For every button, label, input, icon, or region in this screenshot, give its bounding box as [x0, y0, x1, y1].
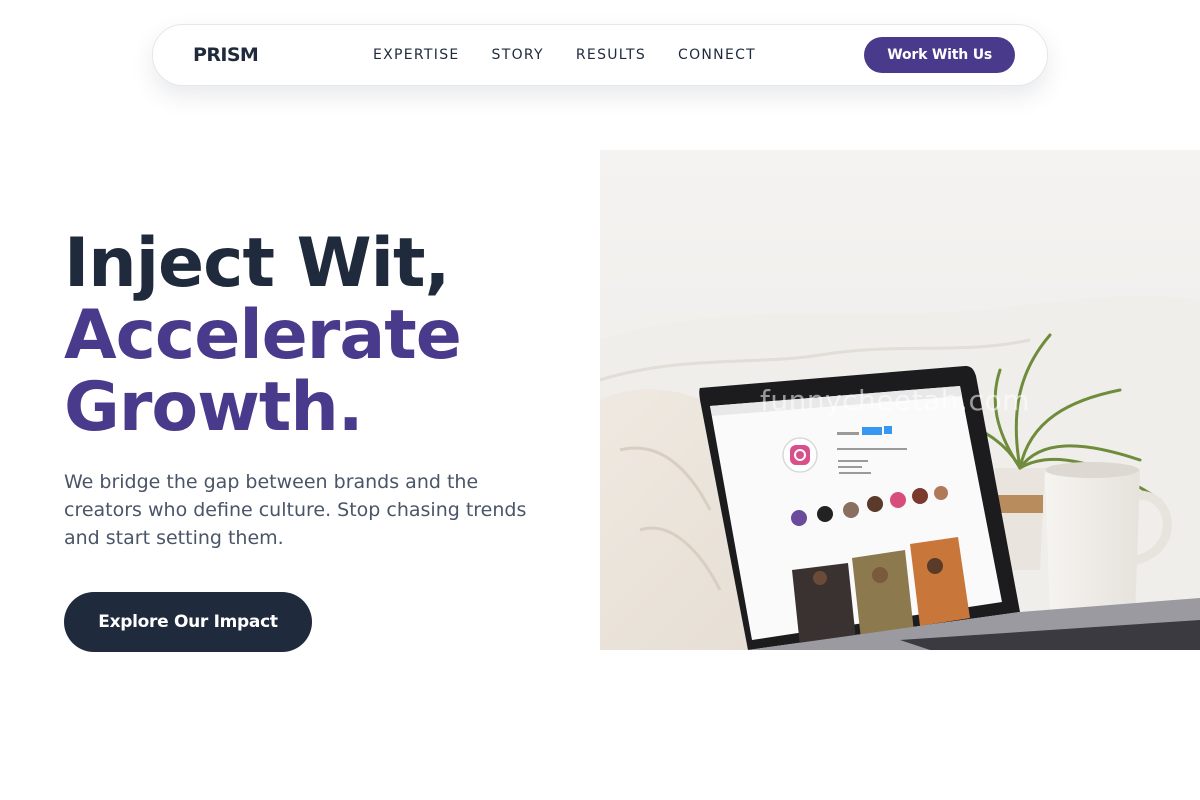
explore-impact-button[interactable]: Explore Our Impact — [64, 592, 312, 652]
work-with-us-button[interactable]: Work With Us — [864, 37, 1015, 73]
hero-title-line-3: Growth. — [64, 368, 364, 447]
watermark-text: funnycheetah.com — [760, 384, 1030, 417]
nav-link-results[interactable]: RESULTS — [576, 47, 646, 63]
hero-subtitle: We bridge the gap between brands and the… — [64, 471, 527, 549]
nav-link-story[interactable]: STORY — [492, 47, 544, 63]
nav-link-expertise[interactable]: EXPERTISE — [373, 47, 460, 63]
nav-links: EXPERTISE STORY RESULTS CONNECT — [373, 47, 756, 63]
logo[interactable]: PRISM — [193, 44, 259, 66]
top-nav: PRISM EXPERTISE STORY RESULTS CONNECT Wo… — [152, 24, 1048, 86]
hero-title: Inject Wit, Accelerate Growth. — [64, 224, 462, 447]
hero-image: funnycheetah.com — [600, 150, 1200, 650]
hero-title-line-2: Accelerate — [64, 296, 462, 375]
nav-link-connect[interactable]: CONNECT — [678, 47, 756, 63]
hero-title-line-1: Inject Wit, — [64, 224, 450, 303]
